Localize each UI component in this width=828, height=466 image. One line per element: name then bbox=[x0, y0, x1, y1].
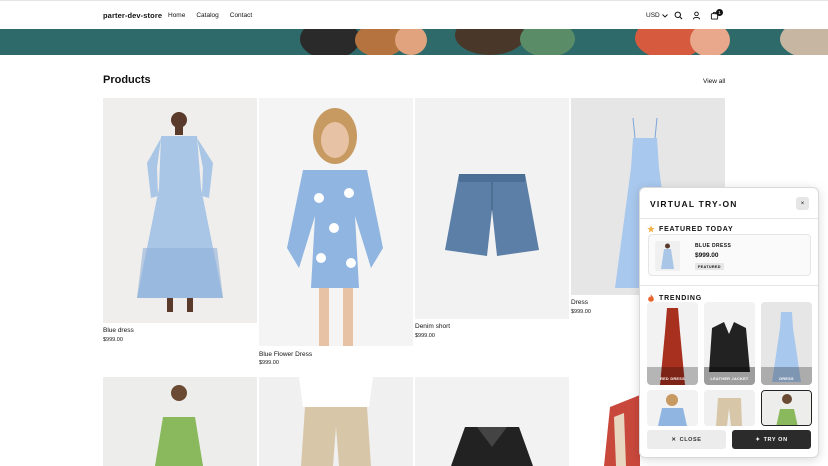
products-heading: Products bbox=[103, 74, 151, 86]
product-price: $999.00 bbox=[571, 309, 591, 315]
main-nav: Home Catalog Contact bbox=[168, 12, 252, 19]
product-card-beige-pants[interactable] bbox=[259, 377, 413, 466]
trending-section-title: TRENDING bbox=[647, 294, 702, 302]
nav-contact[interactable]: Contact bbox=[230, 12, 252, 19]
panel-title: VIRTUAL TRY-ON bbox=[650, 199, 738, 209]
product-image bbox=[415, 377, 569, 466]
product-card-blue-flower-dress[interactable] bbox=[259, 98, 413, 346]
cart-count-badge: 1 bbox=[716, 9, 723, 16]
product-image bbox=[415, 98, 569, 319]
try-on-button-label: TRY ON bbox=[763, 436, 788, 443]
trending-item-image bbox=[647, 302, 698, 385]
product-price: $999.00 bbox=[415, 333, 435, 339]
trending-item-leather-jacket[interactable]: LEATHER JACKET bbox=[704, 302, 755, 385]
trending-item-image bbox=[761, 302, 812, 385]
featured-badge: FEATURED bbox=[695, 263, 724, 270]
trending-item-image bbox=[704, 390, 755, 426]
product-price: $999.00 bbox=[259, 360, 279, 366]
product-name[interactable]: Blue dress bbox=[103, 327, 134, 334]
nav-home[interactable]: Home bbox=[168, 12, 185, 19]
view-all-link[interactable]: View all bbox=[703, 78, 725, 85]
currency-value: USD bbox=[646, 12, 660, 19]
sparkle-icon: ✦ bbox=[755, 436, 761, 443]
site-header: parter-dev-store Home Catalog Contact US… bbox=[0, 0, 828, 29]
product-card-blue-dress[interactable] bbox=[103, 98, 257, 323]
trending-item-image bbox=[647, 390, 698, 426]
hero-banner bbox=[0, 29, 828, 55]
product-card-red-cardigan[interactable] bbox=[600, 377, 640, 466]
product-name[interactable]: Blue Flower Dress bbox=[259, 351, 312, 358]
divider bbox=[640, 218, 818, 219]
trending-item-red-dress[interactable]: RED DRESS bbox=[647, 302, 698, 385]
divider bbox=[640, 285, 818, 286]
account-icon[interactable] bbox=[692, 11, 701, 20]
product-name[interactable]: Dress bbox=[571, 299, 588, 306]
virtual-tryon-panel: VIRTUAL TRY-ON × FEATURED TODAY BLUE DRE… bbox=[639, 187, 819, 458]
trending-item-label: LEATHER JACKET bbox=[710, 377, 749, 381]
currency-selector[interactable]: USD bbox=[646, 12, 668, 19]
chevron-down-icon bbox=[661, 13, 668, 18]
trending-item-label: RED DRESS bbox=[660, 377, 685, 381]
featured-section-title: FEATURED TODAY bbox=[647, 225, 733, 233]
product-image bbox=[103, 377, 257, 466]
featured-product-card[interactable]: BLUE DRESS $999.00 FEATURED bbox=[648, 234, 811, 276]
trending-item-beige-pants[interactable] bbox=[704, 390, 755, 426]
search-icon[interactable] bbox=[674, 11, 683, 20]
product-image bbox=[103, 98, 257, 323]
product-image bbox=[259, 377, 413, 466]
close-icon: ✕ bbox=[671, 436, 677, 443]
product-name[interactable]: Denim short bbox=[415, 323, 450, 330]
product-card-denim-short[interactable] bbox=[415, 98, 569, 319]
product-card-leather-jacket[interactable] bbox=[415, 377, 569, 466]
featured-product-thumbnail bbox=[655, 241, 680, 271]
product-image bbox=[604, 395, 640, 466]
featured-product-price: $999.00 bbox=[695, 252, 719, 259]
try-on-button[interactable]: ✦ TRY ON bbox=[732, 430, 811, 449]
close-button-label: CLOSE bbox=[679, 436, 702, 443]
nav-catalog[interactable]: Catalog bbox=[196, 12, 218, 19]
close-button[interactable]: ✕ CLOSE bbox=[647, 430, 726, 449]
star-icon bbox=[647, 225, 655, 233]
featured-product-name: BLUE DRESS bbox=[695, 243, 732, 249]
trending-item-green-dress[interactable] bbox=[761, 390, 812, 426]
product-price: $999.00 bbox=[103, 337, 123, 343]
close-panel-button[interactable]: × bbox=[796, 197, 809, 210]
trending-item-image bbox=[762, 391, 811, 425]
trending-item-dress[interactable]: DRESS bbox=[761, 302, 812, 385]
store-logo[interactable]: parter-dev-store bbox=[103, 11, 162, 20]
product-image bbox=[259, 98, 413, 346]
trending-item-image bbox=[704, 302, 755, 385]
fire-icon bbox=[648, 294, 654, 302]
trending-item-blue-flower-dress[interactable] bbox=[647, 390, 698, 426]
product-card-green-dress[interactable] bbox=[103, 377, 257, 466]
trending-item-label: DRESS bbox=[779, 377, 794, 381]
